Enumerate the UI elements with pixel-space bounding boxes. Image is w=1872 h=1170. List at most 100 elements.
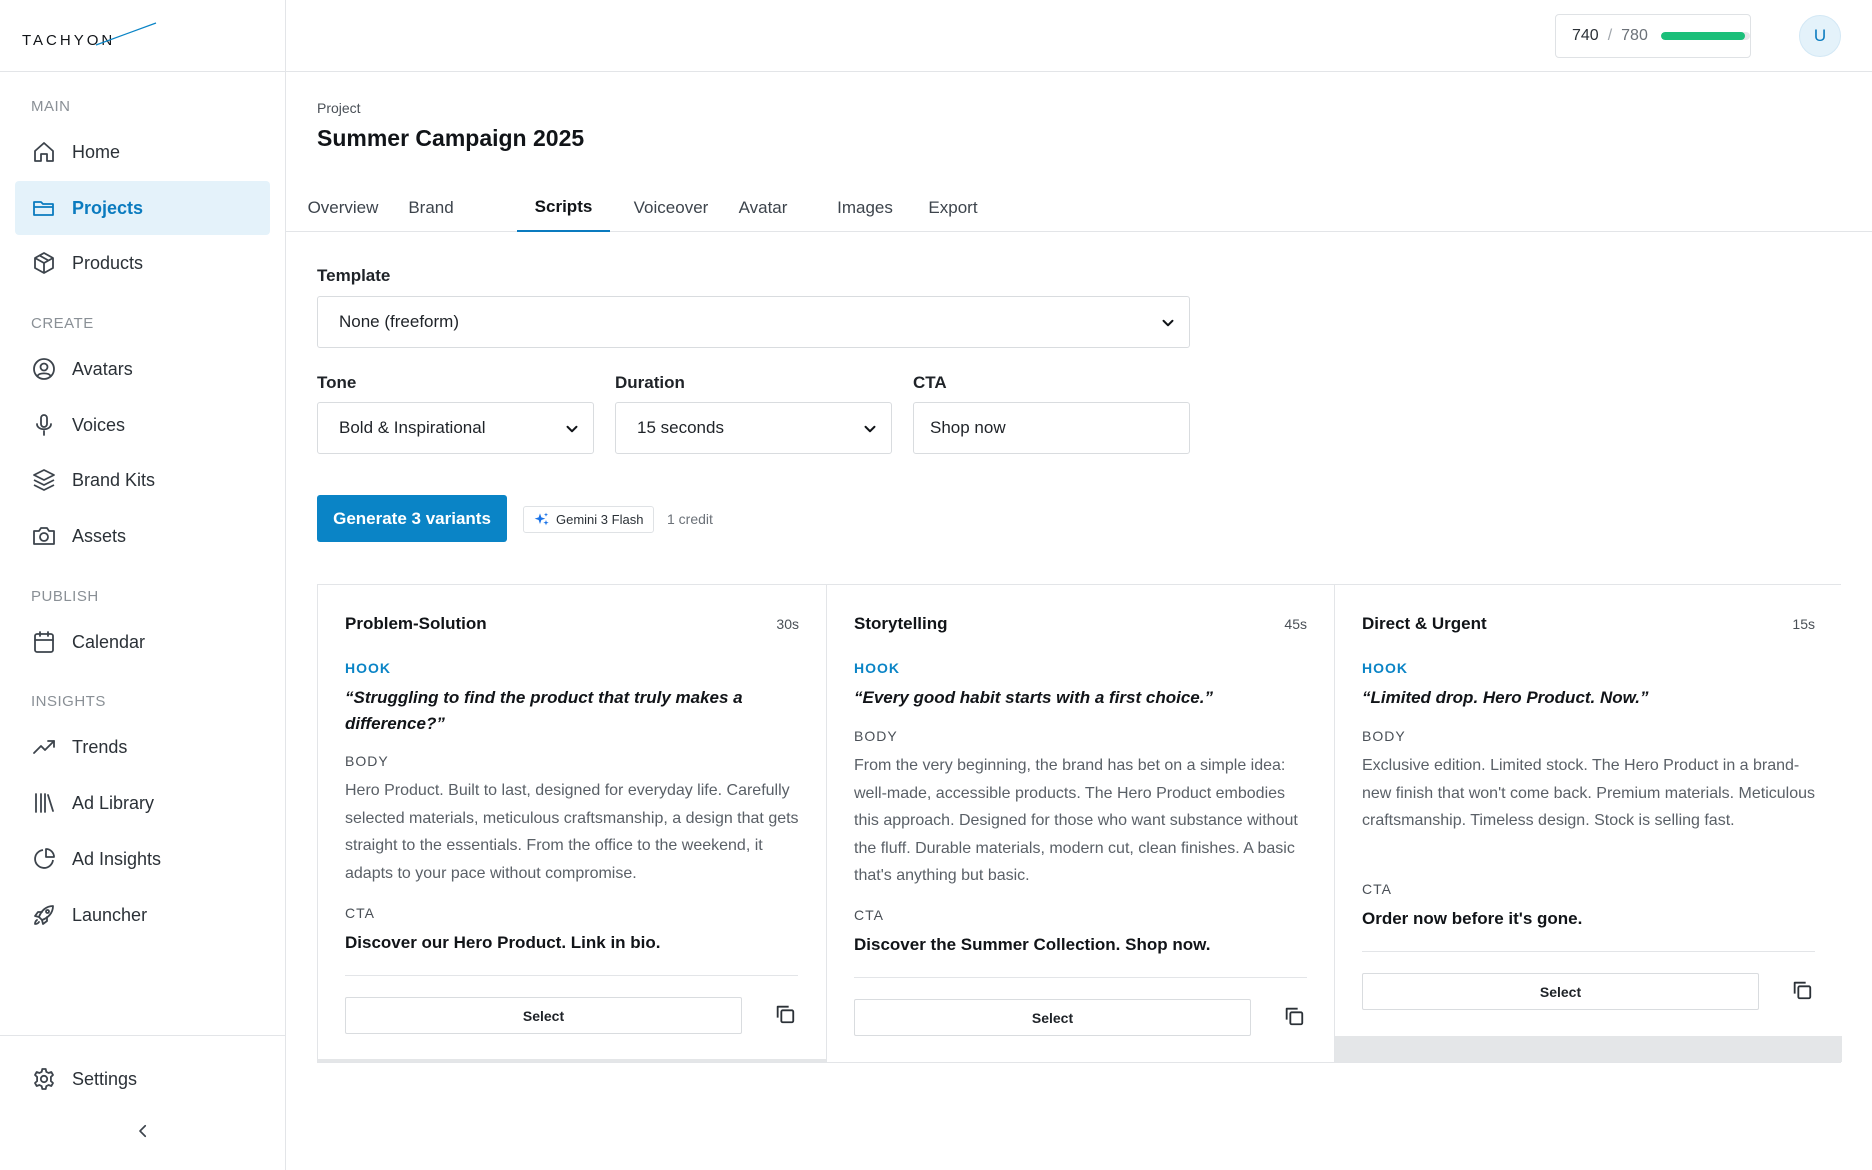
select-variant-button[interactable]: Select	[1362, 973, 1759, 1010]
card-footer	[1335, 1036, 1842, 1062]
copy-icon	[774, 1003, 796, 1030]
tab-images[interactable]: Images	[830, 184, 900, 232]
breadcrumb: Project	[317, 100, 361, 116]
duration-label: Duration	[615, 373, 685, 392]
tone-select[interactable]: Bold & Inspirational	[317, 402, 594, 454]
card-divider	[345, 975, 798, 976]
tab-avatar[interactable]: Avatar	[728, 184, 798, 232]
project-tabs: Overview Brand Scripts Voiceover Avatar …	[286, 184, 1872, 232]
model-chip[interactable]: Gemini 3 Flash	[523, 506, 655, 533]
library-icon	[31, 790, 57, 816]
trending-up-icon	[31, 734, 57, 760]
box-icon	[31, 250, 57, 276]
folder-icon	[31, 195, 57, 221]
logo[interactable]: TACHYON	[0, 0, 285, 72]
credits-used: 740	[1572, 27, 1599, 44]
sidebar: TACHYON MAIN Home Projects Products CREA…	[0, 0, 286, 1170]
copy-icon	[1791, 979, 1813, 1006]
sidebar-item-label: Ad Insights	[72, 848, 162, 869]
body-text: Hero Product. Built to last, designed fo…	[345, 782, 799, 882]
sidebar-item-products[interactable]: Products	[15, 236, 270, 290]
cta-text: Order now before it's gone.	[1362, 909, 1583, 928]
sidebar-item-label: Avatars	[72, 358, 133, 379]
cta-section-label: CTA	[345, 905, 375, 921]
tab-scripts[interactable]: Scripts	[517, 184, 610, 232]
body-text: From the very beginning, the brand has b…	[854, 757, 1298, 884]
sparkle-icon	[534, 512, 550, 528]
sidebar-item-trends[interactable]: Trends	[15, 720, 270, 774]
tab-voiceover[interactable]: Voiceover	[623, 184, 719, 232]
sidebar-item-label: Home	[72, 141, 121, 162]
chevron-left-icon	[134, 1122, 152, 1145]
template-label: Template	[317, 266, 391, 285]
variant-card-direct-urgent: Direct & Urgent 15s HOOK “Limited drop. …	[1334, 585, 1842, 1062]
variant-duration: 45s	[1284, 616, 1307, 632]
calendar-icon	[31, 629, 57, 655]
script-variants: Problem-Solution 30s HOOK “Struggling to…	[317, 584, 1842, 1063]
cta-text: Discover the Summer Collection. Shop now…	[854, 935, 1211, 954]
credit-cost: 1 credit	[667, 511, 713, 527]
credits-separator: /	[1607, 27, 1613, 44]
variant-duration: 30s	[776, 616, 799, 632]
hook-text: “Struggling to find the product that tru…	[345, 688, 743, 733]
rocket-icon	[31, 902, 57, 928]
credits-meter: 740 / 780	[1555, 14, 1751, 58]
layers-icon	[31, 467, 57, 493]
sidebar-item-home[interactable]: Home	[15, 125, 270, 179]
template-select-value: None (freeform)	[339, 312, 459, 331]
collapse-sidebar-button[interactable]	[130, 1120, 156, 1146]
sidebar-item-calendar[interactable]: Calendar	[15, 615, 270, 669]
select-variant-button[interactable]: Select	[345, 997, 742, 1034]
template-select[interactable]: None (freeform)	[317, 296, 1190, 348]
sidebar-item-voices[interactable]: Voices	[15, 398, 270, 452]
variant-card-storytelling: Storytelling 45s HOOK “Every good habit …	[826, 585, 1334, 1062]
tone-select-value: Bold & Inspirational	[339, 418, 486, 437]
sidebar-item-brand-kits[interactable]: Brand Kits	[15, 453, 270, 507]
chevron-down-icon	[563, 420, 581, 438]
sidebar-item-label: Projects	[72, 197, 144, 218]
card-divider	[854, 977, 1307, 978]
sidebar-item-ad-insights[interactable]: Ad Insights	[15, 832, 270, 886]
copy-button[interactable]	[773, 1004, 797, 1028]
tab-export[interactable]: Export	[918, 184, 988, 232]
sidebar-item-label: Products	[72, 252, 144, 273]
cta-text: Discover our Hero Product. Link in bio.	[345, 933, 661, 952]
chevron-down-icon	[1159, 314, 1177, 332]
sidebar-item-projects[interactable]: Projects	[15, 181, 270, 235]
tab-brand[interactable]: Brand	[396, 184, 466, 232]
card-footer	[318, 1059, 826, 1062]
cta-label: CTA	[913, 373, 947, 392]
sidebar-item-label: Launcher	[72, 904, 148, 925]
copy-button[interactable]	[1790, 980, 1814, 1004]
tachyon-logo: TACHYON	[22, 21, 157, 49]
body-label: BODY	[854, 728, 898, 744]
hook-label: HOOK	[345, 660, 391, 676]
cta-input[interactable]	[913, 402, 1190, 454]
sidebar-item-settings[interactable]: Settings	[15, 1052, 270, 1106]
generate-variants-button[interactable]: Generate 3 variants	[317, 495, 507, 542]
sidebar-item-label: Ad Library	[72, 792, 155, 813]
variant-title: Problem-Solution	[345, 614, 487, 633]
sidebar-item-label: Brand Kits	[72, 469, 156, 490]
variant-duration: 15s	[1792, 616, 1815, 632]
card-divider	[1362, 951, 1815, 952]
user-circle-icon	[31, 356, 57, 382]
duration-select-value: 15 seconds	[637, 418, 724, 437]
top-bar: 740 / 780 U	[286, 0, 1872, 72]
duration-select[interactable]: 15 seconds	[615, 402, 892, 454]
sidebar-item-assets[interactable]: Assets	[15, 509, 270, 563]
sidebar-item-label: Calendar	[72, 631, 146, 652]
sidebar-item-ad-library[interactable]: Ad Library	[15, 776, 270, 830]
sidebar-footer-divider	[0, 1035, 286, 1036]
sidebar-item-avatars[interactable]: Avatars	[15, 342, 270, 396]
section-label-insights: INSIGHTS	[31, 693, 106, 710]
section-label-publish: PUBLISH	[31, 588, 99, 605]
sidebar-item-launcher[interactable]: Launcher	[15, 888, 270, 942]
select-variant-button[interactable]: Select	[854, 999, 1251, 1036]
tab-overview[interactable]: Overview	[301, 184, 385, 232]
copy-button[interactable]	[1282, 1006, 1306, 1030]
user-avatar[interactable]: U	[1799, 15, 1841, 57]
cta-section-label: CTA	[854, 907, 884, 923]
tone-label: Tone	[317, 373, 357, 392]
microphone-icon	[31, 412, 57, 438]
